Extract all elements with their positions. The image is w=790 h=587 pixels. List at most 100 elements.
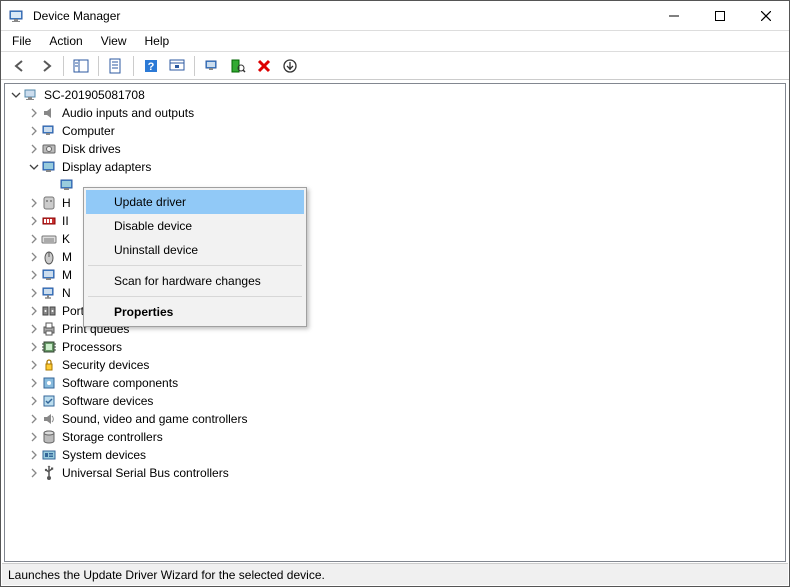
- tree-category-node[interactable]: Storage controllers: [27, 428, 785, 446]
- tree-category-node[interactable]: Audio inputs and outputs: [27, 104, 785, 122]
- context-menu-item[interactable]: Disable device: [86, 214, 304, 238]
- window-title: Device Manager: [33, 9, 651, 23]
- softcomp-icon: [41, 375, 57, 391]
- menu-view[interactable]: View: [92, 32, 136, 50]
- tree-category-label: Audio inputs and outputs: [60, 105, 196, 121]
- scan-hardware-button[interactable]: [226, 54, 250, 78]
- display-icon: [59, 177, 75, 193]
- menu-action[interactable]: Action: [40, 32, 91, 50]
- mouse-icon: [41, 249, 57, 265]
- keyboard-icon: [41, 231, 57, 247]
- tree-device-label: [78, 184, 82, 186]
- tree-category-label: Universal Serial Bus controllers: [60, 465, 231, 481]
- menu-file[interactable]: File: [3, 32, 40, 50]
- context-menu-item[interactable]: Properties: [86, 300, 304, 324]
- ide-icon: [41, 213, 57, 229]
- tree-category-node[interactable]: System devices: [27, 446, 785, 464]
- tree-category-label: II: [60, 213, 71, 229]
- expand-icon[interactable]: [27, 340, 41, 354]
- expand-icon[interactable]: [27, 430, 41, 444]
- expand-icon[interactable]: [27, 322, 41, 336]
- expand-icon[interactable]: [27, 196, 41, 210]
- context-menu-separator: [88, 296, 302, 297]
- update-driver-button[interactable]: [200, 54, 224, 78]
- action-center-button[interactable]: [165, 54, 189, 78]
- computer-icon: [23, 87, 39, 103]
- hid-icon: [41, 195, 57, 211]
- expand-icon[interactable]: [27, 232, 41, 246]
- statusbar-text: Launches the Update Driver Wizard for th…: [8, 568, 325, 582]
- tree-category-label: H: [60, 195, 73, 211]
- context-menu-item[interactable]: Scan for hardware changes: [86, 269, 304, 293]
- tree-category-node[interactable]: Security devices: [27, 356, 785, 374]
- tree-category-label: Processors: [60, 339, 124, 355]
- maximize-button[interactable]: [697, 1, 743, 30]
- collapse-icon[interactable]: [27, 160, 41, 174]
- toolbar: ?: [1, 52, 789, 80]
- toolbar-separator: [194, 56, 195, 76]
- expand-icon[interactable]: [27, 124, 41, 138]
- tree-root-label: SC-201905081708: [42, 87, 147, 103]
- menubar: File Action View Help: [1, 31, 789, 52]
- tree-category-label: Display adapters: [60, 159, 153, 175]
- minimize-button[interactable]: [651, 1, 697, 30]
- tree-category-node[interactable]: Processors: [27, 338, 785, 356]
- close-button[interactable]: [743, 1, 789, 30]
- uninstall-button[interactable]: [252, 54, 276, 78]
- forward-button[interactable]: [34, 54, 58, 78]
- tree-category-label: System devices: [60, 447, 148, 463]
- titlebar: Device Manager: [1, 1, 789, 31]
- expand-icon[interactable]: [27, 250, 41, 264]
- tree-category-label: M: [60, 249, 74, 265]
- tree-category-label: Disk drives: [60, 141, 123, 157]
- tree-category-node[interactable]: Display adapters: [27, 158, 785, 176]
- tree-category-label: Computer: [60, 123, 117, 139]
- tree-category-label: N: [60, 285, 73, 301]
- expand-icon[interactable]: [27, 394, 41, 408]
- expand-icon[interactable]: [27, 412, 41, 426]
- usb-icon: [41, 465, 57, 481]
- expand-icon[interactable]: [27, 268, 41, 282]
- expand-icon[interactable]: [27, 286, 41, 300]
- properties-sheet-button[interactable]: [104, 54, 128, 78]
- tree-category-label: Storage controllers: [60, 429, 165, 445]
- expand-icon[interactable]: [27, 304, 41, 318]
- context-menu: Update driverDisable deviceUninstall dev…: [83, 187, 307, 327]
- collapse-icon[interactable]: [9, 88, 23, 102]
- audio-icon: [41, 105, 57, 121]
- app-icon: [9, 8, 25, 24]
- tree-category-node[interactable]: Universal Serial Bus controllers: [27, 464, 785, 482]
- back-button[interactable]: [8, 54, 32, 78]
- tree-category-node[interactable]: Disk drives: [27, 140, 785, 158]
- security-icon: [41, 357, 57, 373]
- menu-help[interactable]: Help: [136, 32, 179, 50]
- enable-device-button[interactable]: [278, 54, 302, 78]
- display-icon: [41, 159, 57, 175]
- disk-icon: [41, 141, 57, 157]
- tree-category-label: M: [60, 267, 74, 283]
- tree-category-node[interactable]: Computer: [27, 122, 785, 140]
- sound-icon: [41, 411, 57, 427]
- network-icon: [41, 285, 57, 301]
- expand-icon[interactable]: [27, 376, 41, 390]
- tree-category-label: K: [60, 231, 72, 247]
- window-controls: [651, 1, 789, 30]
- tree-category-node[interactable]: Software devices: [27, 392, 785, 410]
- help-button[interactable]: ?: [139, 54, 163, 78]
- softdev-icon: [41, 393, 57, 409]
- context-menu-item[interactable]: Uninstall device: [86, 238, 304, 262]
- expand-icon[interactable]: [27, 358, 41, 372]
- context-menu-item[interactable]: Update driver: [86, 190, 304, 214]
- tree-root-node[interactable]: SC-201905081708: [9, 86, 785, 104]
- tree-category-node[interactable]: Sound, video and game controllers: [27, 410, 785, 428]
- expand-icon[interactable]: [27, 448, 41, 462]
- showhide-tree-button[interactable]: [69, 54, 93, 78]
- expand-icon[interactable]: [27, 214, 41, 228]
- expand-icon[interactable]: [27, 106, 41, 120]
- tree-category-node[interactable]: Software components: [27, 374, 785, 392]
- expand-icon[interactable]: [27, 142, 41, 156]
- context-menu-separator: [88, 265, 302, 266]
- toolbar-separator: [133, 56, 134, 76]
- expand-icon[interactable]: [27, 466, 41, 480]
- tree-category-label: Sound, video and game controllers: [60, 411, 249, 427]
